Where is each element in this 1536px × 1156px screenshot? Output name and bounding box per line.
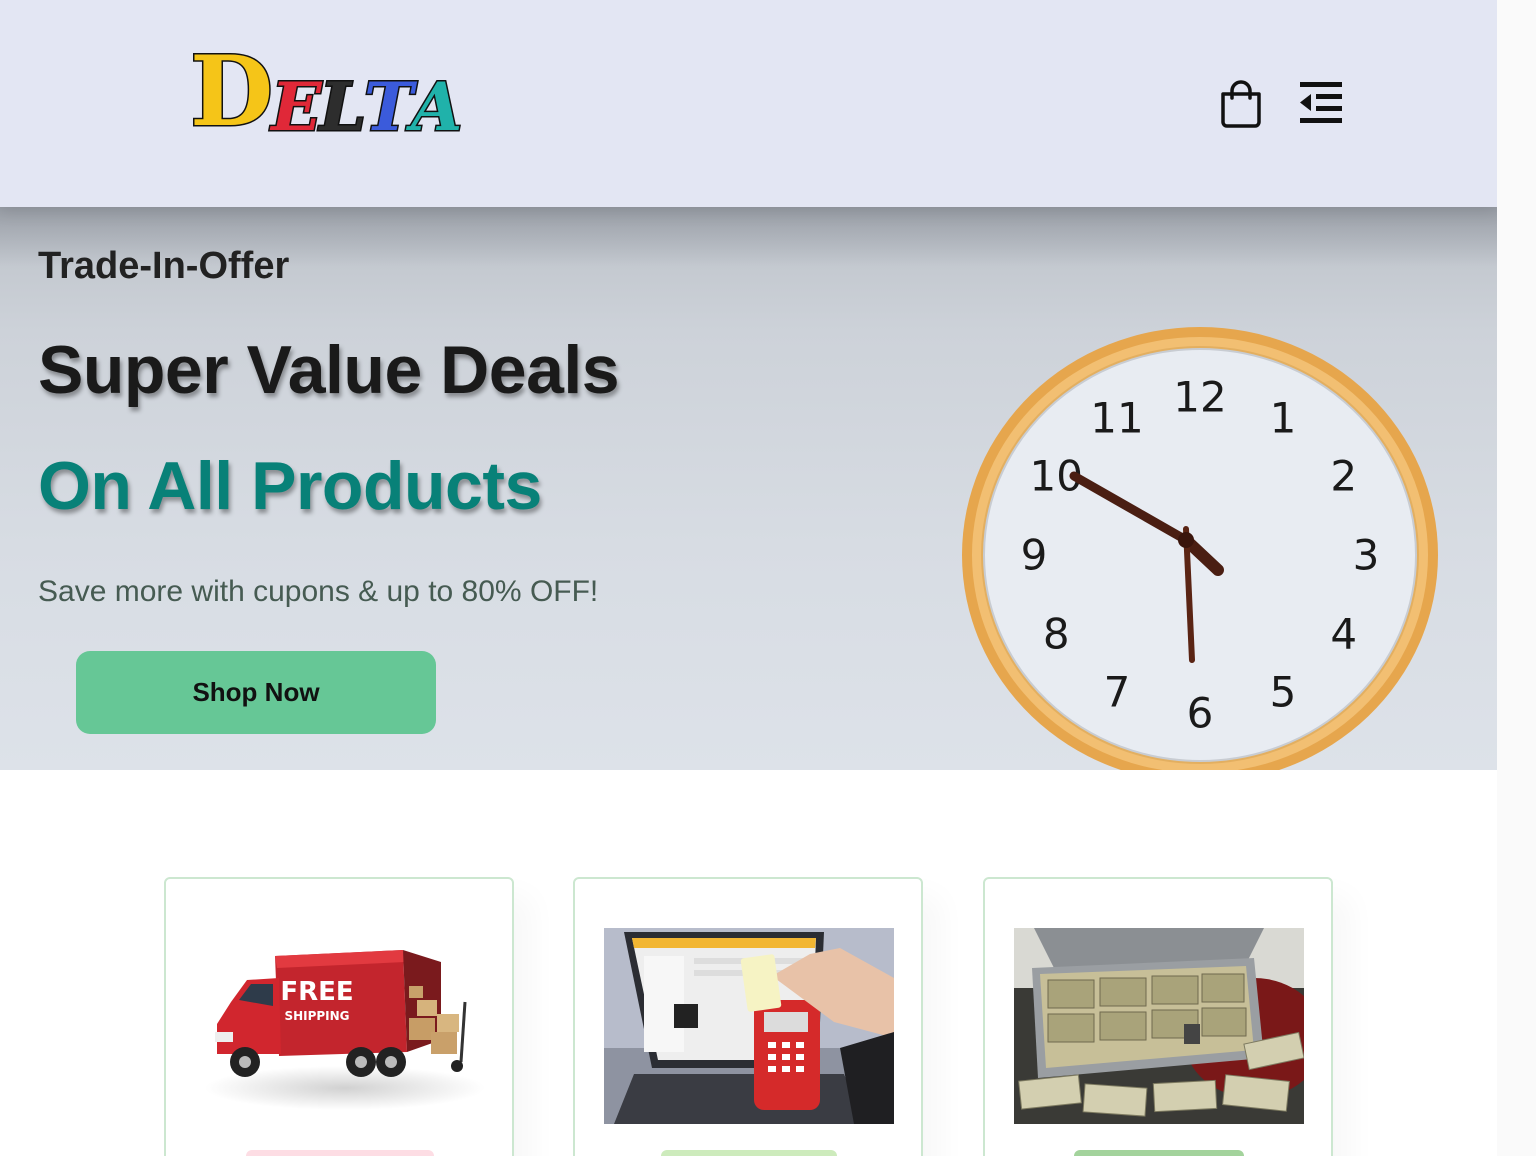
money-case-image [1014, 928, 1304, 1124]
menu-indent-icon[interactable] [1296, 78, 1346, 130]
logo-letter-t: T [362, 68, 414, 146]
features-section: FREE SHIPPING [0, 770, 1497, 1156]
page: D E L T A Trade-In-Offer Super Value Dea… [0, 0, 1536, 1156]
clock-number-12: 12 [1173, 373, 1226, 422]
shop-now-button[interactable]: Shop Now [76, 651, 436, 734]
hero-banner: Trade-In-Offer Super Value Deals On All … [0, 207, 1497, 770]
clock-number-9: 9 [1021, 531, 1048, 580]
shopping-bag-icon[interactable] [1216, 78, 1266, 130]
feature-card-shipping[interactable]: FREE SHIPPING [164, 877, 514, 1156]
clock-number-7: 7 [1104, 667, 1131, 716]
clock-number-2: 2 [1330, 452, 1357, 501]
site: D E L T A Trade-In-Offer Super Value Dea… [0, 0, 1497, 1156]
logo-letter-e: E [270, 68, 323, 146]
logo-letter-d: D [188, 35, 274, 148]
clock-number-4: 4 [1330, 610, 1357, 659]
feature-badge [246, 1150, 434, 1156]
free-shipping-truck-image: FREE SHIPPING [195, 928, 485, 1124]
clock-number-11: 11 [1090, 394, 1143, 443]
feature-card-money[interactable] [983, 877, 1333, 1156]
truck-shipping-text: SHIPPING [284, 1009, 349, 1023]
delta-logo[interactable]: D E L T A [188, 35, 464, 148]
truck-free-text: FREE [280, 977, 353, 1007]
hero-kicker: Trade-In-Offer [38, 245, 290, 287]
hero-subtitle: On All Products [38, 448, 542, 524]
clock-number-6: 6 [1187, 689, 1214, 738]
clock-number-3: 3 [1353, 531, 1380, 580]
hero-description: Save more with cupons & up to 80% OFF! [38, 575, 599, 608]
wall-clock-image: 12 1 2 3 4 5 6 7 8 9 10 11 [954, 323, 1444, 770]
feature-badge [661, 1150, 837, 1156]
logo-letter-a: A [410, 68, 464, 146]
clock-number-1: 1 [1270, 394, 1297, 443]
header: D E L T A [0, 0, 1497, 207]
online-payment-image [604, 928, 894, 1124]
clock-number-8: 8 [1043, 610, 1070, 659]
clock-number-5: 5 [1270, 667, 1297, 716]
logo-letter-l: L [318, 68, 367, 146]
hero-title: Super Value Deals [38, 332, 620, 408]
feature-badge [1074, 1150, 1244, 1156]
feature-card-payment[interactable] [573, 877, 923, 1156]
